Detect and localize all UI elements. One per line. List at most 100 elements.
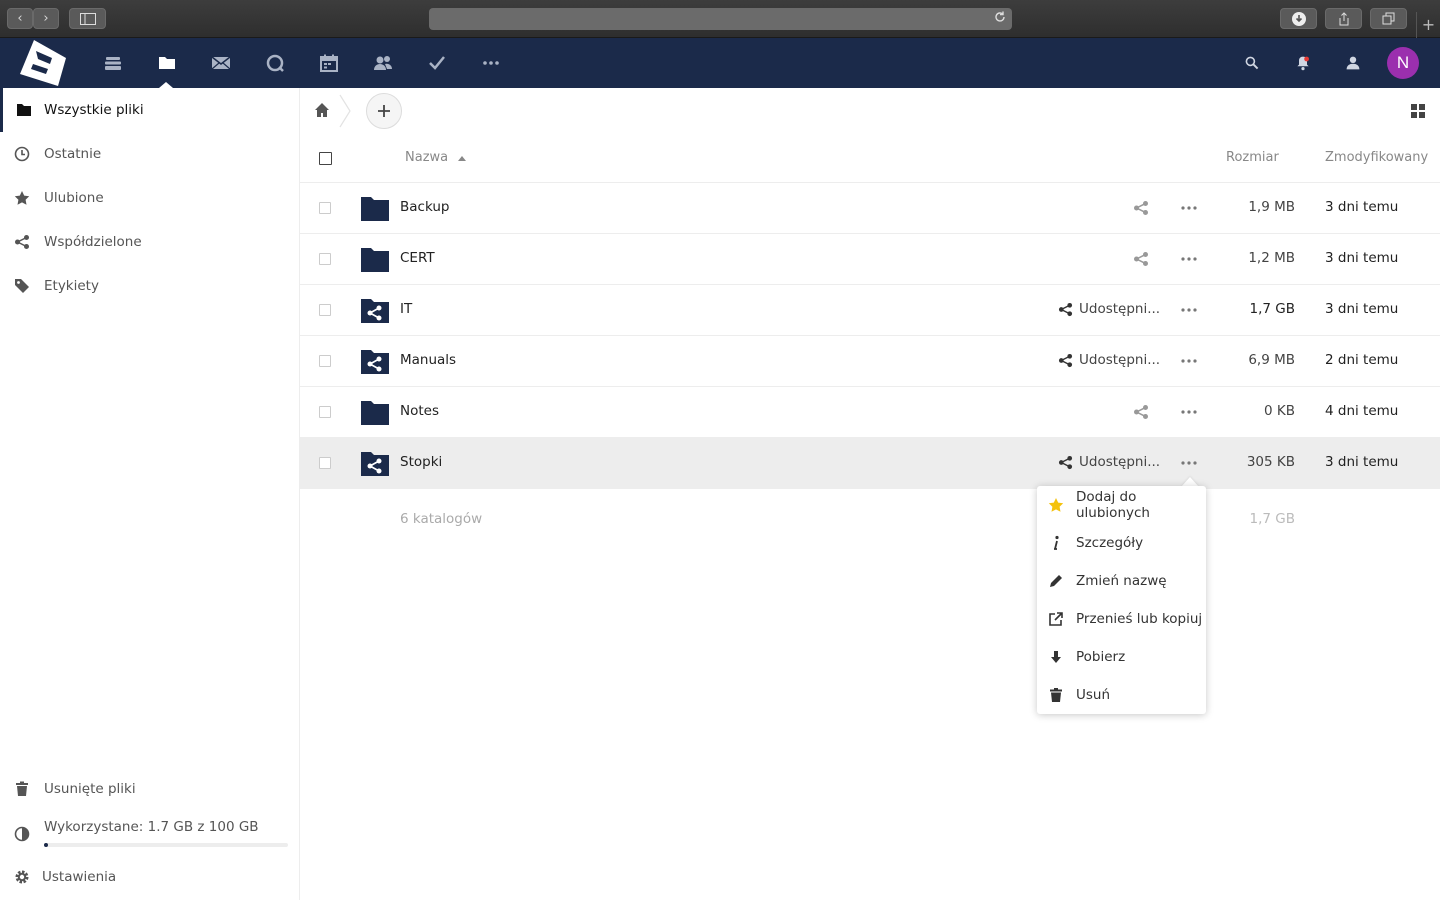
new-tab-button[interactable]: +: [1416, 12, 1440, 38]
shared-folder-icon[interactable]: [360, 347, 390, 375]
menu-details[interactable]: Szczegóły: [1037, 524, 1206, 562]
menu-move-or-copy[interactable]: Przenieś lub kopiuj: [1037, 600, 1206, 638]
app-dashboard[interactable]: [101, 51, 125, 75]
row-checkbox[interactable]: [319, 253, 331, 265]
new-file-button[interactable]: [366, 93, 402, 129]
table-row[interactable]: Stopki Udostępni... 305 KB 3 dni temu: [300, 438, 1440, 489]
menu-item-label: Usuń: [1076, 687, 1111, 703]
file-name[interactable]: CERT: [400, 250, 435, 266]
grid-view-toggle[interactable]: [1410, 103, 1426, 119]
sidebar-item-deleted-files[interactable]: Usunięte pliki: [0, 767, 299, 811]
file-name[interactable]: IT: [400, 301, 412, 317]
table-row[interactable]: Manuals Udostępni... 6,9 MB 2 dni temu: [300, 336, 1440, 387]
row-checkbox[interactable]: [319, 406, 331, 418]
shared-folder-icon[interactable]: [360, 449, 390, 477]
more-horizontal-icon: [483, 61, 499, 65]
folder-icon[interactable]: [360, 245, 390, 273]
file-modified: 3 dni temu: [1325, 301, 1399, 317]
shared-with-button[interactable]: Udostępni...: [1058, 352, 1160, 368]
table-header: Nazwa Rozmiar Zmodyfikowany: [300, 134, 1440, 183]
downloads-button[interactable]: [1280, 8, 1317, 29]
share-icon: [1058, 353, 1079, 368]
browser-forward-button[interactable]: ›: [33, 8, 59, 29]
more-apps-button[interactable]: [479, 51, 503, 75]
file-name[interactable]: Backup: [400, 199, 450, 215]
chat-icon: [266, 54, 284, 72]
clock-icon: [13, 145, 31, 163]
breadcrumb-separator: [338, 94, 352, 128]
sidebar-item-label: Ostatnie: [44, 146, 102, 162]
grid-icon: [1411, 104, 1425, 118]
app-header: N: [0, 38, 1440, 88]
shared-with-button[interactable]: Udostępni...: [1058, 301, 1160, 317]
notifications-button[interactable]: [1291, 51, 1315, 75]
shared-with-button[interactable]: Udostępni...: [1058, 454, 1160, 470]
menu-download[interactable]: Pobierz: [1037, 638, 1206, 676]
share-icon[interactable]: [1133, 200, 1149, 216]
menu-delete[interactable]: Usuń: [1037, 676, 1206, 714]
sidebar-item-recent[interactable]: Ostatnie: [0, 132, 299, 176]
sidebar-toggle-button[interactable]: [69, 8, 106, 29]
file-modified: 2 dni temu: [1325, 352, 1399, 368]
column-header-name[interactable]: Nazwa: [405, 150, 448, 165]
chevron-right-icon: ›: [43, 11, 49, 26]
more-actions-button[interactable]: [1178, 353, 1200, 369]
search-button[interactable]: [1240, 51, 1264, 75]
select-all-checkbox[interactable]: [319, 152, 332, 165]
browser-back-button[interactable]: ‹: [7, 8, 33, 29]
table-row[interactable]: Notes 0 KB 4 dni temu: [300, 387, 1440, 438]
folder-icon[interactable]: [360, 194, 390, 222]
sidebar-icon: [79, 12, 96, 25]
file-name[interactable]: Stopki: [400, 454, 442, 470]
user-icon: [1346, 56, 1360, 70]
sidebar-item-label: Etykiety: [44, 278, 99, 294]
row-checkbox[interactable]: [319, 304, 331, 316]
app-files[interactable]: [155, 51, 179, 75]
sidebar-item-tags[interactable]: Etykiety: [0, 264, 299, 308]
app-talk[interactable]: [263, 51, 287, 75]
sidebar-item-all-files[interactable]: Wszystkie pliki: [0, 88, 299, 132]
column-header-modified[interactable]: Zmodyfikowany: [1325, 150, 1428, 165]
file-name[interactable]: Notes: [400, 403, 439, 419]
share-page-button[interactable]: [1325, 8, 1362, 29]
bell-icon: [1297, 56, 1309, 71]
menu-rename[interactable]: Zmień nazwę: [1037, 562, 1206, 600]
table-row[interactable]: IT Udostępni... 1,7 GB 3 dni temu: [300, 285, 1440, 336]
sidebar-item-shared[interactable]: Współdzielone: [0, 220, 299, 264]
folder-icon[interactable]: [360, 398, 390, 426]
more-actions-button[interactable]: [1178, 404, 1200, 420]
file-size: 1,9 MB: [1248, 199, 1295, 215]
column-header-size[interactable]: Rozmiar: [1226, 150, 1279, 165]
app-tasks[interactable]: [425, 51, 449, 75]
row-checkbox[interactable]: [319, 457, 331, 469]
app-mail[interactable]: [209, 51, 233, 75]
file-name[interactable]: Manuals: [400, 352, 456, 368]
menu-item-label: Dodaj do ulubionych: [1076, 489, 1150, 521]
more-actions-button[interactable]: [1178, 251, 1200, 267]
share-icon[interactable]: [1133, 404, 1149, 420]
file-actions-menu: Dodaj do ulubionych Szczegóły Zmień nazw…: [1037, 486, 1206, 714]
sidebar-item-settings[interactable]: Ustawienia: [0, 855, 299, 899]
table-row[interactable]: CERT 1,2 MB 3 dni temu: [300, 234, 1440, 285]
app-calendar[interactable]: [317, 51, 341, 75]
sidebar-item-favorites[interactable]: Ulubione: [0, 176, 299, 220]
shared-folder-icon[interactable]: [360, 296, 390, 324]
gear-icon: [13, 868, 31, 886]
share-label: Udostępni...: [1079, 352, 1161, 368]
logo[interactable]: [16, 38, 70, 88]
breadcrumb-home[interactable]: [314, 102, 330, 118]
address-bar[interactable]: [429, 8, 1012, 30]
tabs-overview-button[interactable]: [1370, 8, 1407, 29]
row-checkbox[interactable]: [319, 202, 331, 214]
more-actions-button[interactable]: [1178, 200, 1200, 216]
app-contacts[interactable]: [371, 51, 395, 75]
contacts-menu-button[interactable]: [1341, 51, 1365, 75]
table-row[interactable]: Backup 1,9 MB 3 dni temu: [300, 183, 1440, 234]
share-icon[interactable]: [1133, 251, 1149, 267]
more-actions-button[interactable]: [1178, 302, 1200, 318]
menu-add-to-favorites[interactable]: Dodaj do ulubionych: [1037, 486, 1206, 524]
user-avatar[interactable]: N: [1387, 47, 1419, 79]
more-actions-button[interactable]: [1178, 455, 1200, 471]
row-checkbox[interactable]: [319, 355, 331, 367]
reload-icon[interactable]: [994, 11, 1006, 26]
